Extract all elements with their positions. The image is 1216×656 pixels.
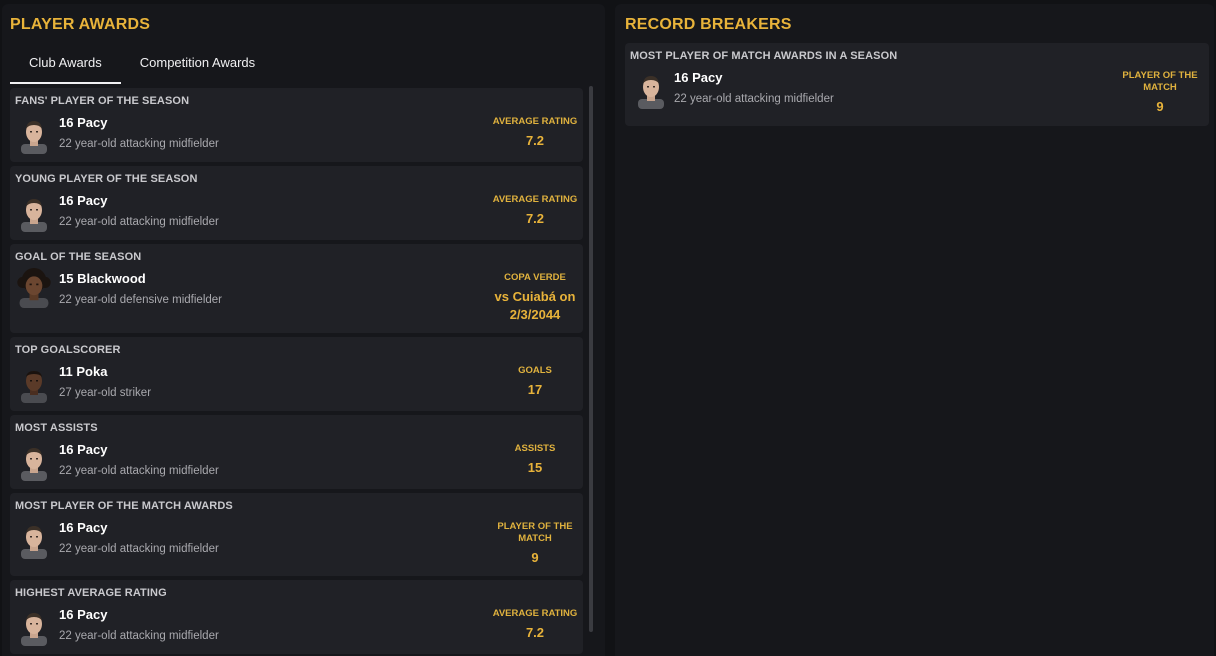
stat-box: COPA VERDE vs Cuiabá on 2/3/2044 [480,272,590,324]
stat-label: AVERAGE RATING [492,116,578,127]
stat-label-line1: PLAYER OF THE [1122,70,1198,81]
award-title: FANS' PLAYER OF THE SEASON [15,95,190,107]
stat-label-line2: MATCH [518,533,552,544]
stat-label: AVERAGE RATING [492,608,578,619]
player-awards-panel: PLAYER AWARDS Club Awards Competition Aw… [2,4,605,656]
stat-value-match: vs Cuiabá on [494,289,576,304]
player-description: 22 year-old attacking midfielder [59,543,219,555]
player-avatar[interactable] [635,73,667,109]
award-title: GOAL OF THE SEASON [15,251,142,263]
player-name[interactable]: 16 Pacy [674,70,722,85]
stat-value-date: 2/3/2044 [509,307,561,322]
panel-title: RECORD BREAKERS [625,16,792,33]
award-title: TOP GOALSCORER [15,344,121,356]
record-breakers-panel: RECORD BREAKERS MOST PLAYER OF MATCH AWA… [615,4,1214,656]
player-avatar[interactable] [18,118,50,154]
awards-list: FANS' PLAYER OF THE SEASON 16 Pacy 22 ye… [10,88,583,656]
stat-value: 9 [1156,99,1164,114]
award-card[interactable]: HIGHEST AVERAGE RATING 16 Pacy 22 year-o… [10,580,583,654]
award-card[interactable]: YOUNG PLAYER OF THE SEASON 16 Pacy 22 ye… [10,166,583,240]
award-card[interactable]: GOAL OF THE SEASON 15 Blackwood 22 year-… [10,244,583,333]
award-card[interactable]: MOST ASSISTS 16 Pacy 22 year-old attacki… [10,415,583,489]
stat-box: AVERAGE RATING 7.2 [480,608,590,640]
stat-box: PLAYER OF THE MATCH 9 [480,521,590,565]
stat-box: ASSISTS 15 [480,443,590,475]
stat-box: GOALS 17 [480,365,590,397]
player-description: 22 year-old attacking midfielder [59,465,219,477]
stat-label: ASSISTS [514,443,556,454]
record-card[interactable]: MOST PLAYER OF MATCH AWARDS IN A SEASON … [625,43,1209,126]
stat-value: 17 [527,382,543,397]
stat-value: 7.2 [525,211,545,226]
award-card[interactable]: TOP GOALSCORER 11 Poka 27 year-old strik… [10,337,583,411]
player-name[interactable]: 11 Poka [59,364,107,379]
stat-box: AVERAGE RATING 7.2 [480,116,590,148]
player-name[interactable]: 16 Pacy [59,520,107,535]
award-card[interactable]: FANS' PLAYER OF THE SEASON 16 Pacy 22 ye… [10,88,583,162]
stat-label-line1: PLAYER OF THE [497,521,573,532]
player-description: 22 year-old attacking midfielder [674,93,834,105]
player-description: 22 year-old attacking midfielder [59,216,219,228]
award-title: YOUNG PLAYER OF THE SEASON [15,173,198,185]
stat-value: 7.2 [525,625,545,640]
stat-box: AVERAGE RATING 7.2 [480,194,590,226]
awards-tabs: Club Awards Competition Awards [10,50,274,84]
player-avatar[interactable] [16,268,52,308]
player-name[interactable]: 15 Blackwood [59,271,146,286]
scrollbar[interactable] [589,86,593,632]
record-title: MOST PLAYER OF MATCH AWARDS IN A SEASON [630,50,898,62]
player-avatar[interactable] [18,445,50,481]
award-title: MOST ASSISTS [15,422,98,434]
award-title: MOST PLAYER OF THE MATCH AWARDS [15,500,233,512]
award-card[interactable]: MOST PLAYER OF THE MATCH AWARDS 16 Pacy … [10,493,583,576]
stat-label: AVERAGE RATING [492,194,578,205]
stat-label: GOALS [518,365,552,376]
player-name[interactable]: 16 Pacy [59,115,107,130]
stat-value: 7.2 [525,133,545,148]
player-name[interactable]: 16 Pacy [59,193,107,208]
stat-box: PLAYER OF THE MATCH 9 [1105,70,1214,114]
tab-club-awards[interactable]: Club Awards [10,50,121,84]
player-description: 27 year-old striker [59,387,152,399]
tab-competition-awards[interactable]: Competition Awards [121,50,274,84]
player-avatar[interactable] [18,367,50,403]
stat-value: 9 [531,550,539,565]
player-description: 22 year-old attacking midfielder [59,138,219,150]
player-name[interactable]: 16 Pacy [59,607,107,622]
stat-label-line2: MATCH [1143,82,1177,93]
player-avatar[interactable] [18,523,50,559]
player-description: 22 year-old attacking midfielder [59,630,219,642]
stat-value: 15 [527,460,543,475]
panel-title: PLAYER AWARDS [10,16,151,33]
player-name[interactable]: 16 Pacy [59,442,107,457]
award-title: HIGHEST AVERAGE RATING [15,587,167,599]
player-description: 22 year-old defensive midfielder [59,294,223,306]
empty-area [615,130,1214,656]
player-avatar[interactable] [18,196,50,232]
player-avatar[interactable] [18,610,50,646]
stat-label: COPA VERDE [504,272,566,283]
